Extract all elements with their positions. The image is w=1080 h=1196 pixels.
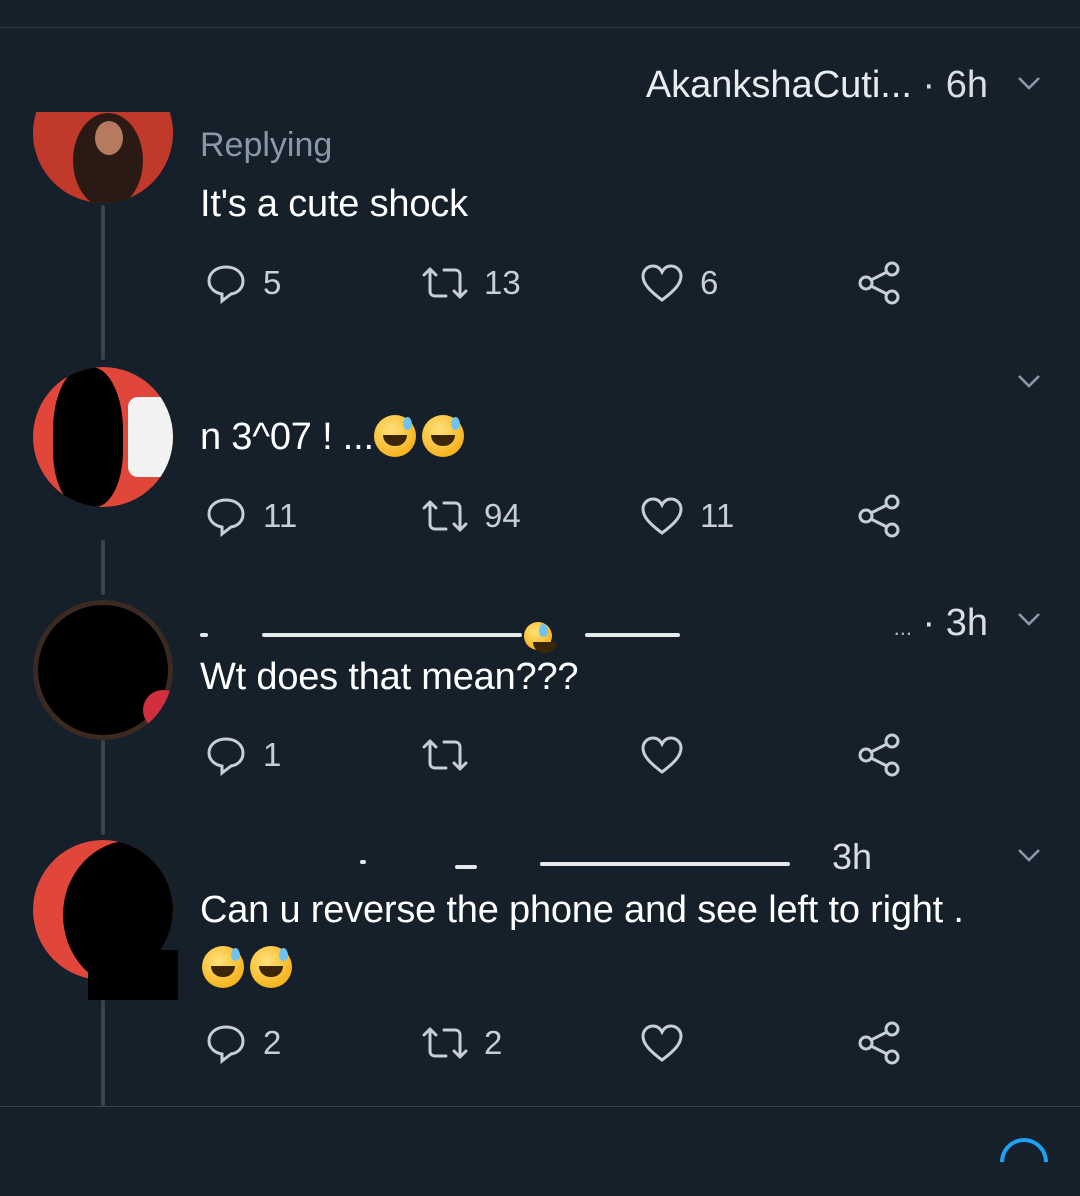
- retweet-button[interactable]: 13: [422, 258, 521, 308]
- like-button[interactable]: 6: [640, 258, 718, 308]
- tweet-text: Can u reverse the phone and see left to …: [200, 889, 964, 931]
- reply-button[interactable]: 1: [205, 730, 281, 780]
- share-icon: [858, 261, 900, 305]
- reply-icon: [207, 498, 245, 537]
- like-count: 6: [700, 264, 719, 301]
- share-button[interactable]: [858, 491, 902, 541]
- reply-count: 11: [263, 497, 298, 534]
- author-name[interactable]: AkankshaCuti...: [646, 64, 912, 106]
- tweet-text-content: n 3^07 ! ...: [200, 416, 374, 458]
- bottom-divider: [0, 1106, 1080, 1107]
- sweat-smile-emoji-icon: [373, 415, 416, 457]
- tweet-actions: 11 94 11: [200, 491, 920, 541]
- thread-line: [101, 205, 105, 360]
- top-divider: [0, 27, 1080, 28]
- sweat-smile-emoji-icon: [250, 946, 292, 988]
- reply-button[interactable]: 5: [205, 258, 281, 308]
- share-icon: [858, 494, 900, 538]
- thread-line: [101, 540, 105, 595]
- chevron-down-icon[interactable]: [1016, 842, 1042, 868]
- heart-icon: [641, 1024, 683, 1062]
- tweet-text: It's a cute shock: [200, 183, 468, 225]
- timestamp: 3h: [831, 836, 872, 877]
- redacted-handle: [540, 862, 790, 866]
- redacted-name: [262, 633, 522, 637]
- retweet-icon: [422, 267, 468, 299]
- retweet-button[interactable]: [422, 730, 484, 780]
- reply-button[interactable]: 11: [205, 491, 297, 541]
- share-icon: [858, 733, 900, 777]
- redacted-name: [200, 633, 208, 637]
- retweet-icon: [422, 1027, 468, 1059]
- like-count: 11: [700, 497, 735, 534]
- redacted-name: [360, 860, 366, 864]
- heart-icon: [641, 736, 683, 774]
- heart-icon: [641, 264, 683, 302]
- share-button[interactable]: [858, 258, 902, 308]
- tweet-actions: 2 2: [200, 1018, 920, 1068]
- avatar[interactable]: [33, 600, 173, 740]
- emoji-row: [202, 946, 298, 988]
- reply-button[interactable]: 2: [205, 1018, 281, 1068]
- retweet-count: 94: [484, 497, 521, 534]
- reply-icon: [207, 737, 245, 776]
- tweet-header: AkankshaCuti... · 6h: [646, 64, 988, 107]
- tweet-text: Wt does that mean???: [200, 656, 579, 698]
- like-button[interactable]: 11: [640, 491, 734, 541]
- thread-line: [101, 740, 105, 835]
- retweet-count: 13: [484, 264, 521, 301]
- redacted-handle: [455, 865, 477, 869]
- like-button[interactable]: [640, 730, 700, 780]
- tweet-header: ... · 3h: [894, 602, 988, 645]
- retweet-icon: [422, 500, 468, 532]
- retweet-button[interactable]: 2: [422, 1018, 502, 1068]
- reply-count: 1: [263, 736, 282, 773]
- chevron-down-icon[interactable]: [1016, 606, 1042, 632]
- retweet-button[interactable]: 94: [422, 491, 521, 541]
- share-button[interactable]: [858, 730, 902, 780]
- compose-button-edge[interactable]: [990, 1128, 1058, 1196]
- tweet-actions: 1: [200, 730, 920, 780]
- chevron-down-icon[interactable]: [1016, 368, 1042, 394]
- thread-line: [101, 1000, 105, 1106]
- heart-icon: [641, 497, 683, 535]
- replying-to-label: Replying: [200, 126, 333, 164]
- reply-icon: [207, 265, 245, 304]
- redacted-emoji: [524, 622, 557, 653]
- reply-count: 2: [263, 1024, 282, 1061]
- tweet-text: n 3^07 ! ...: [200, 415, 470, 459]
- retweet-icon: [422, 739, 468, 771]
- share-icon: [858, 1021, 900, 1065]
- like-button[interactable]: [640, 1018, 700, 1068]
- share-button[interactable]: [858, 1018, 902, 1068]
- author-name[interactable]: ...: [894, 615, 912, 640]
- redacted-handle: [585, 633, 680, 637]
- chevron-down-icon[interactable]: [1016, 70, 1042, 96]
- avatar[interactable]: [33, 367, 173, 507]
- timestamp: · 3h: [922, 602, 988, 644]
- tweet-actions: 5 13 6: [200, 258, 920, 308]
- retweet-count: 2: [484, 1024, 503, 1061]
- timestamp: · 6h: [922, 64, 988, 106]
- reply-icon: [207, 1025, 245, 1064]
- sweat-smile-emoji-icon: [421, 415, 464, 457]
- sweat-smile-emoji-icon: [202, 946, 244, 988]
- reply-count: 5: [263, 264, 282, 301]
- tweet-header: 3h: [832, 836, 872, 879]
